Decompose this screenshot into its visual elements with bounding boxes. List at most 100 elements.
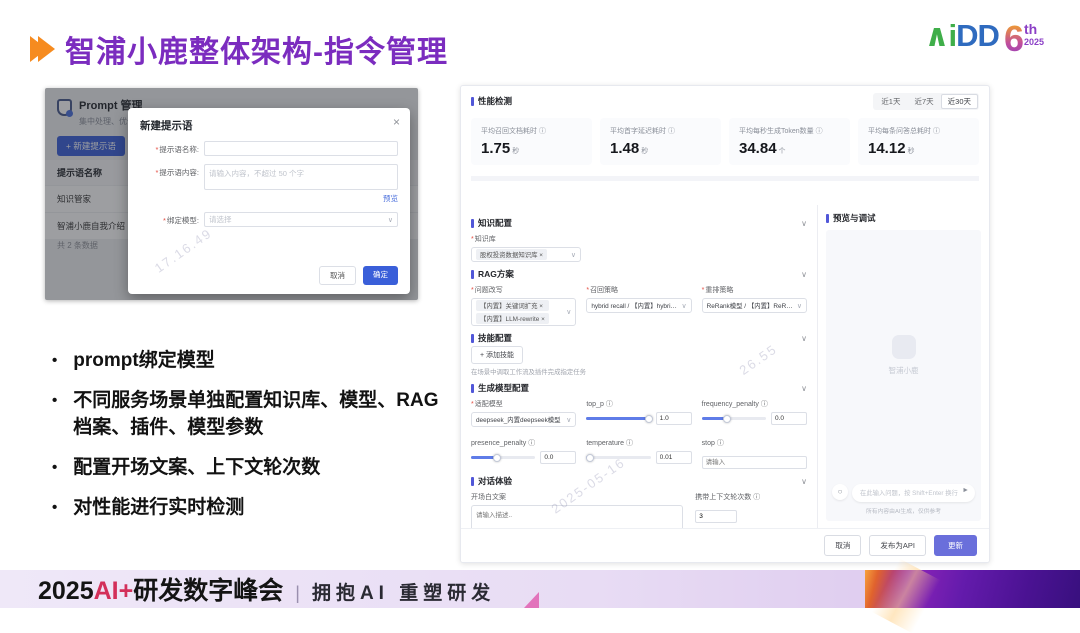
prompt-manager-screenshot: Prompt 管理 集中处理、优化问答 + 新建提示语 提示语名称 知识管家 智… — [45, 88, 418, 300]
opening-textarea[interactable] — [471, 505, 683, 528]
chevron-down-icon: ∨ — [566, 416, 571, 424]
knowledge-config-section: 知识配置∨ *知识库 股权投资数据知识库 × ∨ — [471, 217, 807, 262]
slide-footer: 2025AI+研发数字峰会 | 拥抱AI 重塑研发 — [0, 570, 1080, 608]
time-range-tabs: 近1天 近7天 近30天 — [873, 93, 979, 110]
chat-section: 对话体验∨ 开场白文案 0 / 200 携带上下文轮次数 ⓘ 追问建议 开启追问… — [471, 475, 807, 528]
publish-api-button[interactable]: 发布为API — [869, 535, 926, 556]
logo-year: 2025 — [1024, 38, 1044, 47]
rag-title: RAG方案 — [478, 268, 514, 280]
brand-logo-placeholder — [892, 335, 916, 359]
brand-name: 智浦小鹿 — [889, 365, 919, 376]
update-button[interactable]: 更新 — [934, 535, 977, 556]
metric-card: 平均首字延迟耗时 ⓘ 1.48秒 — [600, 118, 721, 165]
knowledge-config-title: 知识配置 — [478, 217, 512, 229]
prompt-content-textarea[interactable] — [204, 164, 398, 190]
logo-six: 6 — [1004, 18, 1024, 60]
rewrite-tag[interactable]: 【内置】关键词扩充 × — [476, 300, 549, 311]
metric-card: 平均每条问答总耗时 ⓘ 14.12秒 — [858, 118, 979, 165]
chevron-down-icon[interactable]: ∨ — [801, 384, 807, 393]
rewrite-select[interactable]: 【内置】关键词扩充 × 【内置】LLM-rewrite × ∨ — [471, 298, 576, 326]
opening-label: 开场白文案 — [471, 492, 683, 502]
info-icon[interactable]: ⓘ — [933, 128, 940, 135]
frequency-penalty-slider[interactable] — [702, 417, 766, 420]
metric-card: 平均召回文档耗时 ⓘ 1.75秒 — [471, 118, 592, 165]
info-icon[interactable]: ⓘ — [539, 128, 546, 135]
context-rounds-input[interactable] — [695, 510, 737, 523]
stop-input[interactable] — [702, 456, 807, 469]
skills-hint: 在场景中调取工作流及插件完成指定任务 — [471, 367, 807, 376]
adapt-model-label: *适配模型 — [471, 399, 576, 409]
metric-card: 平均每秒生成Token数量 ⓘ 34.84个 — [729, 118, 850, 165]
ai-disclaimer: 所有内容由AI生成，仅供参考 — [832, 506, 975, 515]
chevron-down-icon: ∨ — [682, 302, 687, 310]
add-skill-button[interactable]: + 添加技能 — [471, 346, 523, 364]
kb-select[interactable]: 股权投资数据知识库 × ∨ — [471, 247, 581, 262]
metric-label: 平均每秒生成Token数量 ⓘ — [739, 126, 840, 136]
recall-select[interactable]: hybrid recall / 【内置】hybrid recall ∨ — [586, 298, 691, 313]
temperature-input[interactable] — [656, 451, 692, 464]
cancel-button[interactable]: 取消 — [824, 535, 861, 556]
chevron-down-icon[interactable]: ∨ — [801, 334, 807, 343]
chevron-down-icon: ∨ — [566, 308, 571, 316]
recall-label: *召回策略 — [586, 285, 691, 295]
metric-label: 平均召回文档耗时 ⓘ — [481, 126, 582, 136]
metric-value: 1.75秒 — [481, 140, 582, 157]
new-prompt-modal: 新建提示语 × *提示语名称: *提示语内容: 预览 *绑定模型: 请选择 ∨ … — [128, 108, 410, 294]
adapt-model-select[interactable]: deepseek_内置deepseek模型 ∨ — [471, 412, 576, 427]
console-footer: 取消 发布为API 更新 — [461, 528, 989, 562]
send-icon[interactable]: ► — [962, 487, 969, 494]
close-icon[interactable]: × — [393, 115, 400, 129]
chevron-down-icon[interactable]: ∨ — [801, 219, 807, 228]
chevron-down-icon[interactable]: ∨ — [801, 270, 807, 279]
info-icon[interactable]: ⓘ — [606, 401, 613, 408]
bullet-item: •配置开场文案、上下文轮次数 — [42, 455, 442, 482]
info-icon[interactable]: ⓘ — [753, 494, 760, 501]
decor-shard — [524, 592, 539, 608]
rewrite-tag[interactable]: 【内置】LLM-rewrite × — [476, 313, 549, 324]
chevron-down-icon: ∨ — [571, 251, 576, 259]
top-p-slider[interactable] — [586, 417, 650, 420]
bullet-list: •prompt绑定模型 •不同服务场景单独配置知识库、模型、RAG档案、插件、模… — [42, 348, 442, 535]
tab-1day[interactable]: 近1天 — [874, 94, 907, 109]
metric-label: 平均首字延迟耗时 ⓘ — [610, 126, 711, 136]
info-icon[interactable]: ⓘ — [717, 440, 724, 447]
clear-context-icon[interactable]: ○ — [832, 484, 848, 500]
rerank-select[interactable]: ReRank模型 / 【内置】ReRank模型 ∨ — [702, 298, 807, 313]
bind-model-select[interactable]: 请选择 ∨ — [204, 212, 398, 227]
tab-7day[interactable]: 近7天 — [907, 94, 940, 109]
bind-model-label: *绑定模型: — [140, 212, 204, 227]
tab-30day[interactable]: 近30天 — [941, 94, 978, 109]
modal-ok-button[interactable]: 确定 — [363, 266, 398, 285]
prompt-name-label: *提示语名称: — [140, 141, 204, 156]
title-arrow-icon — [30, 36, 55, 62]
prompt-name-input[interactable] — [204, 141, 398, 156]
info-icon[interactable]: ⓘ — [668, 128, 675, 135]
chat-title: 对话体验 — [478, 475, 512, 487]
info-icon[interactable]: ⓘ — [626, 440, 633, 447]
top-p-input[interactable] — [656, 412, 692, 425]
preview-title: 预览与调试 — [833, 212, 876, 224]
temperature-label: temperature ⓘ — [586, 438, 691, 448]
frequency-penalty-input[interactable] — [771, 412, 807, 425]
footer-ai-plus: AI+ — [94, 577, 134, 606]
config-column: 知识配置∨ *知识库 股权投资数据知识库 × ∨ RAG方案∨ *问题改写 【内… — [461, 205, 817, 528]
chevron-down-icon[interactable]: ∨ — [801, 477, 807, 486]
presence-penalty-slider[interactable] — [471, 456, 535, 459]
kb-tag[interactable]: 股权投资数据知识库 × — [476, 249, 547, 260]
preview-question-input[interactable] — [852, 484, 975, 502]
performance-section: 性能检测 近1天 近7天 近30天 平均召回文档耗时 ⓘ 1.75秒 平均首字延… — [461, 86, 989, 181]
info-icon[interactable]: ⓘ — [761, 401, 768, 408]
model-config-section: 生成模型配置∨ *适配模型 deepseek_内置deepseek模型 ∨ to… — [471, 382, 807, 469]
rewrite-label: *问题改写 — [471, 285, 576, 295]
prompt-content-label: *提示语内容: — [140, 164, 204, 204]
metric-label: 平均每条问答总耗时 ⓘ — [868, 126, 969, 136]
conference-logo: ∧i DD 6 th 2025 — [924, 18, 1044, 60]
preview-link[interactable]: 预览 — [204, 193, 398, 204]
preview-panel: 预览与调试 智浦小鹿 ○ ► 所有内容由AI生成，仅供参考 — [817, 205, 989, 528]
modal-cancel-button[interactable]: 取消 — [319, 266, 356, 285]
info-icon[interactable]: ⓘ — [528, 440, 535, 447]
info-icon[interactable]: ⓘ — [816, 128, 823, 135]
presence-penalty-input[interactable] — [540, 451, 576, 464]
temperature-slider[interactable] — [586, 456, 650, 459]
frequency-penalty-label: frequency_penalty ⓘ — [702, 399, 807, 409]
